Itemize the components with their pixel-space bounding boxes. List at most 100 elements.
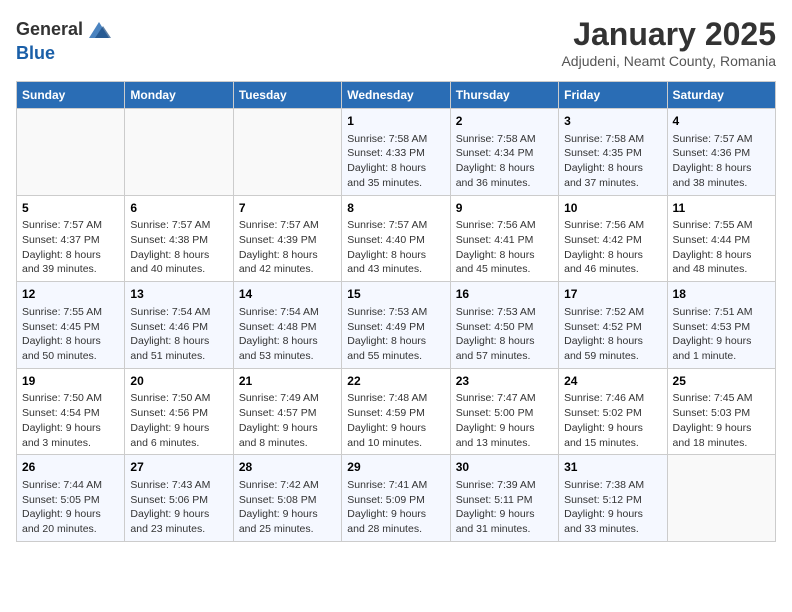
day-info: Sunrise: 7:46 AM Sunset: 5:02 PM Dayligh… [564,391,661,450]
day-of-week-header: Sunday [17,82,125,109]
calendar-cell: 11Sunrise: 7:55 AM Sunset: 4:44 PM Dayli… [667,195,775,282]
calendar-cell: 2 Sunrise: 7:58 AM Sunset: 4:34 PM Daylig… [450,109,558,196]
day-of-week-header: Thursday [450,82,558,109]
day-number: 29 [347,459,444,476]
calendar-cell: 10Sunrise: 7:56 AM Sunset: 4:42 PM Dayli… [559,195,667,282]
day-info: Sunrise: 7:38 AM Sunset: 5:12 PM Dayligh… [564,478,661,537]
day-number: 28 [239,459,336,476]
day-number: 13 [130,286,227,303]
day-info: Sunrise: 7:47 AM Sunset: 5:00 PM Dayligh… [456,391,553,450]
day-of-week-header: Tuesday [233,82,341,109]
day-number: 17 [564,286,661,303]
calendar-cell [17,109,125,196]
calendar-cell: 23Sunrise: 7:47 AM Sunset: 5:00 PM Dayli… [450,368,558,455]
day-info: Sunrise: 7:58 AM Sunset: 4:35 PM Dayligh… [564,132,661,191]
day-of-week-header: Monday [125,82,233,109]
day-number: 12 [22,286,119,303]
day-number: 24 [564,373,661,390]
calendar-cell: 30 Sunrise: 7:39 AM Sunset: 5:11 PM Dayli… [450,455,558,542]
day-info: Sunrise: 7:45 AM Sunset: 5:03 PM Dayligh… [673,391,770,450]
calendar-cell: 7Sunrise: 7:57 AM Sunset: 4:39 PM Daylig… [233,195,341,282]
day-number: 22 [347,373,444,390]
calendar-cell [233,109,341,196]
location-subtitle: Adjudeni, Neamt County, Romania [561,53,776,69]
calendar-cell: 9Sunrise: 7:56 AM Sunset: 4:41 PM Daylig… [450,195,558,282]
calendar-cell: 1Sunrise: 7:58 AM Sunset: 4:33 PM Daylig… [342,109,450,196]
logo-icon [85,16,113,44]
day-number: 6 [130,200,227,217]
day-info: Sunrise: 7:57 AM Sunset: 4:40 PM Dayligh… [347,218,444,277]
day-info: Sunrise: 7:56 AM Sunset: 4:42 PM Dayligh… [564,218,661,277]
day-info: Sunrise: 7:50 AM Sunset: 4:56 PM Dayligh… [130,391,227,450]
day-info: Sunrise: 7:50 AM Sunset: 4:54 PM Dayligh… [22,391,119,450]
day-number: 8 [347,200,444,217]
calendar-cell: 3 Sunrise: 7:58 AM Sunset: 4:35 PM Daylig… [559,109,667,196]
day-info: Sunrise: 7:57 AM Sunset: 4:39 PM Dayligh… [239,218,336,277]
day-number: 19 [22,373,119,390]
day-number: 18 [673,286,770,303]
day-info: Sunrise: 7:44 AM Sunset: 5:05 PM Dayligh… [22,478,119,537]
logo-general-text: General [16,20,83,40]
month-title: January 2025 [561,16,776,53]
day-info: Sunrise: 7:57 AM Sunset: 4:37 PM Dayligh… [22,218,119,277]
day-info: Sunrise: 7:48 AM Sunset: 4:59 PM Dayligh… [347,391,444,450]
day-info: Sunrise: 7:57 AM Sunset: 4:36 PM Dayligh… [673,132,770,191]
calendar-cell: 8Sunrise: 7:57 AM Sunset: 4:40 PM Daylig… [342,195,450,282]
day-info: Sunrise: 7:39 AM Sunset: 5:11 PM Dayligh… [456,478,553,537]
day-of-week-header: Friday [559,82,667,109]
day-number: 7 [239,200,336,217]
day-info: Sunrise: 7:51 AM Sunset: 4:53 PM Dayligh… [673,305,770,364]
calendar-cell: 22Sunrise: 7:48 AM Sunset: 4:59 PM Dayli… [342,368,450,455]
calendar-cell: 4 Sunrise: 7:57 AM Sunset: 4:36 PM Daylig… [667,109,775,196]
day-info: Sunrise: 7:52 AM Sunset: 4:52 PM Dayligh… [564,305,661,364]
day-number: 10 [564,200,661,217]
calendar-cell [667,455,775,542]
day-number: 25 [673,373,770,390]
day-info: Sunrise: 7:41 AM Sunset: 5:09 PM Dayligh… [347,478,444,537]
page-header: General Blue January 2025 Adjudeni, Neam… [16,16,776,69]
day-info: Sunrise: 7:56 AM Sunset: 4:41 PM Dayligh… [456,218,553,277]
day-number: 4 [673,113,770,130]
days-of-week-row: SundayMondayTuesdayWednesdayThursdayFrid… [17,82,776,109]
calendar-header: SundayMondayTuesdayWednesdayThursdayFrid… [17,82,776,109]
calendar-cell: 26 Sunrise: 7:44 AM Sunset: 5:05 PM Dayli… [17,455,125,542]
day-of-week-header: Saturday [667,82,775,109]
day-info: Sunrise: 7:49 AM Sunset: 4:57 PM Dayligh… [239,391,336,450]
title-block: January 2025 Adjudeni, Neamt County, Rom… [561,16,776,69]
calendar-cell: 12 Sunrise: 7:55 AM Sunset: 4:45 PM Dayli… [17,282,125,369]
day-number: 30 [456,459,553,476]
calendar-cell: 15Sunrise: 7:53 AM Sunset: 4:49 PM Dayli… [342,282,450,369]
calendar-body: 1Sunrise: 7:58 AM Sunset: 4:33 PM Daylig… [17,109,776,542]
day-number: 26 [22,459,119,476]
day-info: Sunrise: 7:55 AM Sunset: 4:44 PM Dayligh… [673,218,770,277]
day-number: 2 [456,113,553,130]
day-number: 1 [347,113,444,130]
calendar-cell: 6Sunrise: 7:57 AM Sunset: 4:38 PM Daylig… [125,195,233,282]
day-info: Sunrise: 7:53 AM Sunset: 4:50 PM Dayligh… [456,305,553,364]
logo: General Blue [16,16,113,64]
calendar-cell: 27Sunrise: 7:43 AM Sunset: 5:06 PM Dayli… [125,455,233,542]
day-info: Sunrise: 7:55 AM Sunset: 4:45 PM Dayligh… [22,305,119,364]
calendar-cell: 24Sunrise: 7:46 AM Sunset: 5:02 PM Dayli… [559,368,667,455]
calendar-cell: 28 Sunrise: 7:42 AM Sunset: 5:08 PM Dayli… [233,455,341,542]
day-number: 11 [673,200,770,217]
day-number: 9 [456,200,553,217]
logo-blue-text: Blue [16,43,55,63]
day-number: 20 [130,373,227,390]
day-info: Sunrise: 7:58 AM Sunset: 4:34 PM Dayligh… [456,132,553,191]
day-info: Sunrise: 7:42 AM Sunset: 5:08 PM Dayligh… [239,478,336,537]
day-number: 16 [456,286,553,303]
calendar-cell: 25Sunrise: 7:45 AM Sunset: 5:03 PM Dayli… [667,368,775,455]
day-number: 31 [564,459,661,476]
calendar-week-row: 19Sunrise: 7:50 AM Sunset: 4:54 PM Dayli… [17,368,776,455]
calendar-cell: 17 Sunrise: 7:52 AM Sunset: 4:52 PM Dayli… [559,282,667,369]
day-number: 3 [564,113,661,130]
calendar-cell: 14Sunrise: 7:54 AM Sunset: 4:48 PM Dayli… [233,282,341,369]
day-number: 15 [347,286,444,303]
calendar-cell: 5Sunrise: 7:57 AM Sunset: 4:37 PM Daylig… [17,195,125,282]
calendar-table: SundayMondayTuesdayWednesdayThursdayFrid… [16,81,776,542]
day-info: Sunrise: 7:54 AM Sunset: 4:48 PM Dayligh… [239,305,336,364]
day-of-week-header: Wednesday [342,82,450,109]
day-info: Sunrise: 7:43 AM Sunset: 5:06 PM Dayligh… [130,478,227,537]
calendar-cell: 29 Sunrise: 7:41 AM Sunset: 5:09 PM Dayli… [342,455,450,542]
